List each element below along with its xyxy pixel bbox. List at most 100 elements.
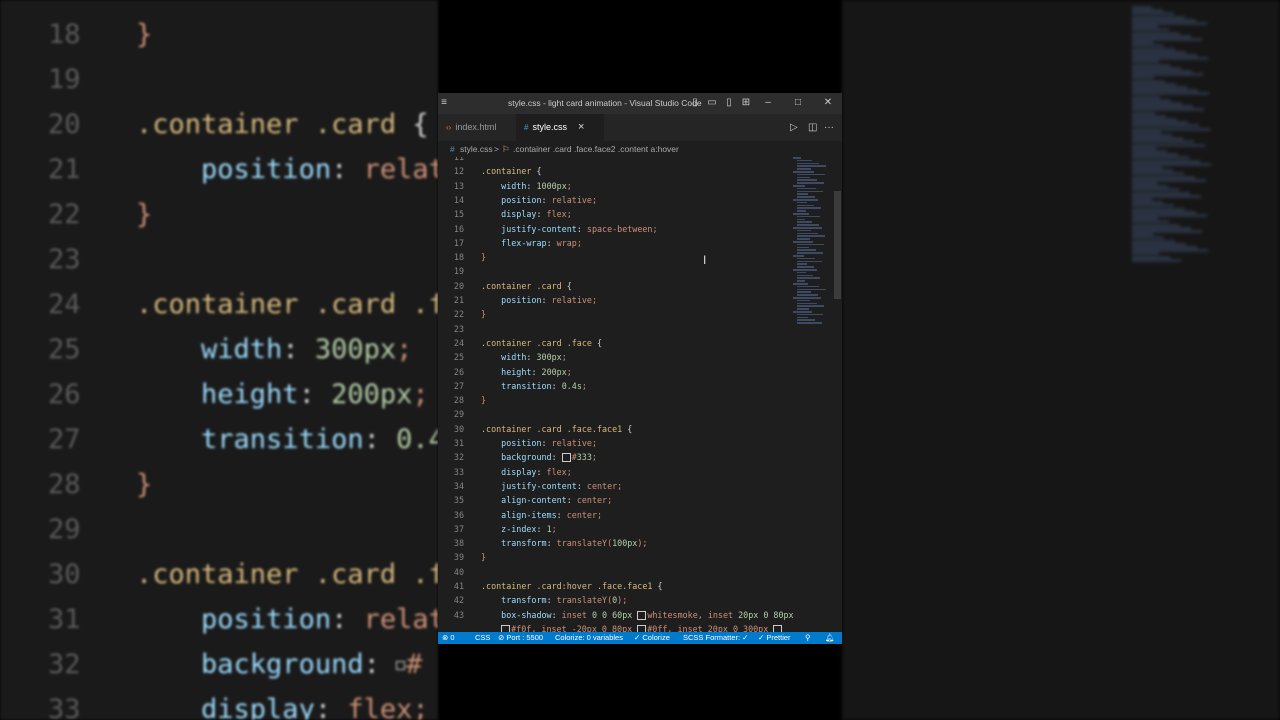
minimap-line (797, 299, 810, 302)
zoom-line-number: 29 (48, 514, 81, 545)
code-line[interactable]: 29 (438, 407, 798, 421)
code-line[interactable]: 14 position: relative; (438, 193, 798, 207)
code-line[interactable]: 34 justify-content: center; (438, 479, 798, 493)
zoom-code-line: 21 position: relat (0, 147, 438, 192)
live-server-port[interactable]: ⊘ Port : 5500 (498, 632, 543, 644)
code-line[interactable]: 18} (438, 250, 798, 264)
problems-count[interactable]: ⊗ 0 (442, 632, 455, 644)
minimap[interactable] (793, 157, 833, 337)
code-line[interactable]: 35 align-content: center; (438, 493, 798, 507)
editor-scrollbar[interactable] (834, 191, 841, 299)
code-line[interactable]: 11 (438, 157, 798, 164)
minimap-line (793, 213, 809, 215)
code-line[interactable]: 37 z-index: 1; (438, 522, 798, 536)
code-line[interactable]: 22} (438, 307, 798, 321)
minimize-icon[interactable]: – (762, 97, 774, 109)
more-actions-icon[interactable]: ··· (824, 114, 834, 141)
code-line[interactable]: 23 (438, 322, 798, 336)
color-swatch[interactable] (637, 610, 647, 620)
minimap-line (793, 157, 801, 159)
code-line[interactable]: 20 .container .card { (438, 279, 798, 293)
code-line[interactable]: 38 transform: translateY(100px); (438, 536, 798, 550)
code-line[interactable]: 25 width: 300px; (438, 350, 798, 364)
toggle-panel-icon[interactable]: ▭ (706, 97, 718, 109)
tab-index-html[interactable]: ‹› index.html (438, 114, 524, 141)
zoom-code-line: 24 .container .card .f (0, 282, 438, 327)
minimap-line (793, 297, 821, 299)
notifications-icon[interactable]: 🔔︎ (825, 632, 835, 644)
code-line[interactable]: 26 height: 200px; (438, 365, 798, 379)
line-number: 20 (453, 280, 464, 291)
code-line[interactable]: 19 (438, 264, 798, 278)
color-swatch[interactable] (561, 453, 571, 463)
minimap-line (793, 227, 822, 229)
code-line[interactable]: 21 position: relative; (438, 293, 798, 307)
zoom-code-line: 28} (0, 462, 438, 507)
code-line[interactable]: 15 display: flex; (438, 207, 798, 221)
minimap-line (797, 168, 811, 170)
zoom-line-number: 31 (48, 604, 81, 635)
line-number: 33 (453, 466, 464, 477)
code-line[interactable]: 12 .container { (438, 164, 798, 178)
colorize-variables[interactable]: Colorize: 0 variables (555, 632, 623, 644)
code-line[interactable]: 16 justify-content: space-between; (438, 222, 798, 236)
code-text: display: flex; (501, 466, 572, 477)
line-number: 24 (453, 337, 464, 348)
code-line[interactable]: 41 .container .card:hover .face.face1 { (438, 579, 798, 593)
code-line[interactable]: 33 display: flex; (438, 465, 798, 479)
prettier-status[interactable]: ✓ Prettier (758, 632, 791, 644)
close-tab-icon[interactable]: × (578, 114, 584, 141)
tab-style-css[interactable]: # style.css × (516, 114, 604, 141)
code-line[interactable]: 17 flex-wrap: wrap; (438, 236, 798, 250)
zoom-code-text: height: 200px; (201, 379, 429, 410)
minimap-line (797, 308, 809, 310)
hamburger-menu-icon[interactable]: ≡ (438, 97, 450, 109)
code-line[interactable]: 42 transform: translateY(0); (438, 593, 798, 607)
code-line[interactable]: 36 align-items: center; (438, 508, 798, 522)
colorize-toggle[interactable]: ✓ Colorize (634, 632, 670, 644)
close-window-icon[interactable]: ✕ (822, 97, 834, 109)
breadcrumb: # style.css > ⚐ .container .card .face.f… (438, 141, 842, 157)
toggle-sidebar-icon[interactable]: ▯ (689, 97, 701, 109)
code-editor[interactable]: 11 12 .container {13 width: 1000px; 14 posi… (438, 157, 842, 633)
code-line[interactable]: 39} (438, 550, 798, 564)
minimap-line (797, 288, 826, 291)
code-line[interactable]: 24 .container .card .face { (438, 336, 798, 350)
minimap-line (797, 274, 813, 277)
breadcrumb-file[interactable]: style.css (460, 141, 493, 157)
language-mode[interactable]: CSS (475, 632, 490, 644)
zoom-code-text: } (136, 19, 153, 50)
zoom-code-line: 26 height: 200px; (0, 372, 438, 417)
code-line[interactable]: 43 box-shadow: inset 0 0 60px whitesmoke… (438, 608, 798, 622)
code-text: } (481, 552, 487, 563)
code-line[interactable]: 13 width: 1000px; (438, 179, 798, 193)
toggle-secondary-sidebar-icon[interactable]: ▯ (723, 97, 735, 109)
minimap-line (797, 218, 805, 221)
run-icon[interactable]: ▷ (790, 114, 798, 141)
minimap-line (797, 215, 820, 218)
maximize-icon[interactable]: □ (792, 97, 804, 109)
feedback-icon[interactable]: ⚲ (805, 632, 811, 644)
zoom-code-line: 30 .container .card .fa (0, 552, 438, 597)
code-line[interactable]: 40 (438, 565, 798, 579)
breadcrumb-symbol[interactable]: .container .card .face.face2 .content a:… (513, 141, 679, 157)
scss-formatter[interactable]: SCSS Formatter: ✓ (683, 632, 748, 644)
zoom-code-text: .container .card .fa (136, 559, 438, 590)
code-line[interactable]: 27 transition: 0.4s; (438, 379, 798, 393)
title-bar: ≡ style.css - light card animation - Vis… (438, 93, 842, 114)
code-line[interactable]: 28} (438, 393, 798, 407)
line-number: 27 (453, 380, 464, 391)
code-line[interactable]: 30 .container .card .face.face1 { (438, 422, 798, 436)
line-number: 32 (453, 452, 464, 463)
code-text: .container .card .face { (481, 337, 603, 348)
customize-layout-icon[interactable]: ⊞ (740, 97, 752, 109)
split-editor-icon[interactable]: ◫ (808, 114, 817, 141)
minimap-line (797, 201, 807, 204)
minimap-line (797, 159, 812, 162)
color-swatch[interactable] (396, 661, 406, 670)
code-line[interactable]: 31 position: relative; (438, 436, 798, 450)
zoom-code-line: 23 (0, 237, 438, 282)
code-line[interactable]: 32 background: #333; (438, 450, 798, 464)
minimap-line (797, 319, 815, 321)
line-number: 14 (453, 194, 464, 205)
